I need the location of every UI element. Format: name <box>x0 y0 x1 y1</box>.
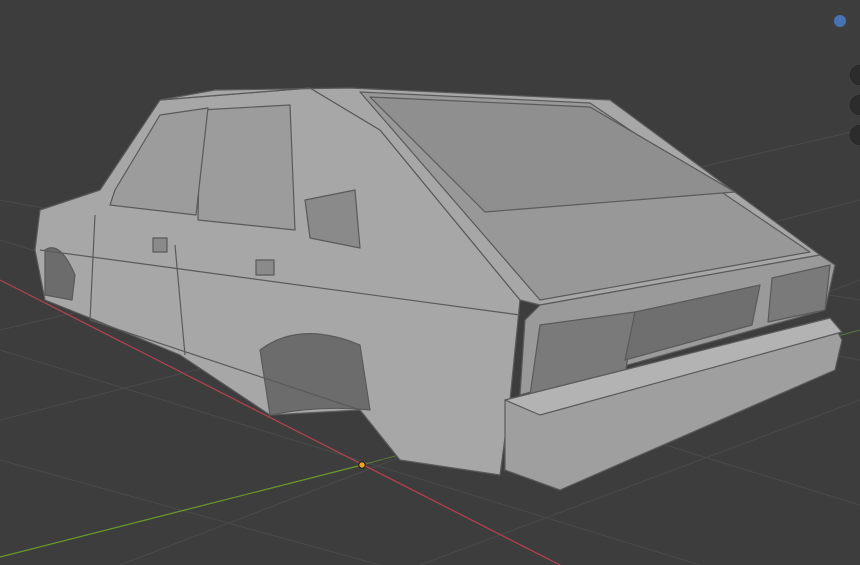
viewport-canvas[interactable] <box>0 0 860 565</box>
rear-wheel-arch <box>259 333 371 416</box>
3d-viewport[interactable] <box>0 0 860 565</box>
axis-dot-icon[interactable] <box>834 15 846 27</box>
door-handle-rear <box>255 259 275 276</box>
door-handle-front <box>152 237 168 253</box>
origin-point[interactable] <box>358 461 366 469</box>
window-rear-door <box>197 104 296 231</box>
